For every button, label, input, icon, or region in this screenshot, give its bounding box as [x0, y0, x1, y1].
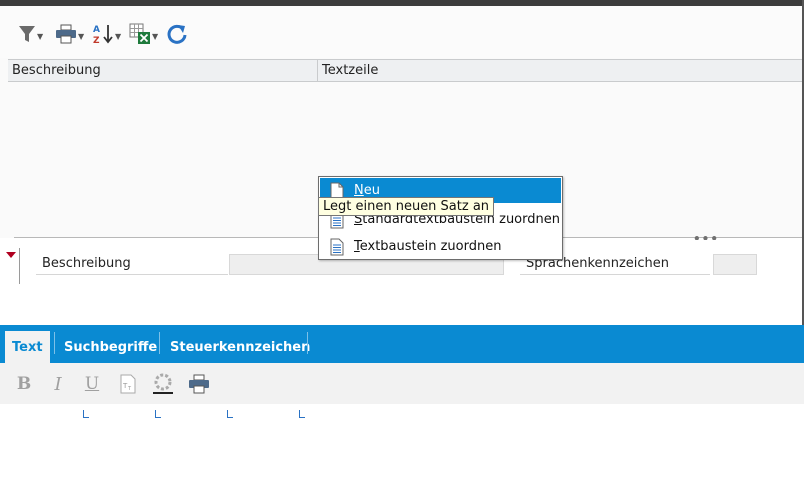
print-icon	[189, 374, 209, 394]
filter-button[interactable]: ▼	[18, 22, 43, 46]
refresh-button[interactable]	[166, 22, 188, 46]
svg-text:A: A	[93, 25, 100, 35]
tab-stop-marker-icon	[227, 410, 233, 418]
color-icon	[153, 373, 173, 394]
text-size-button[interactable]: T T	[116, 372, 140, 396]
text-document-icon	[330, 238, 344, 255]
excel-export-icon	[129, 23, 150, 44]
tab-steuerkennzeichen[interactable]: Steuerkennzeichen	[163, 331, 317, 363]
sprachenkennzeichen-underline	[520, 274, 710, 275]
tab-stop-marker-icon	[155, 410, 161, 418]
tab-separator	[54, 332, 55, 354]
tab-suchbegriffe[interactable]: Suchbegriffe	[57, 331, 164, 363]
chevron-down-icon: ▼	[115, 31, 122, 41]
text-size-icon: T T	[120, 374, 136, 394]
print-icon	[56, 24, 76, 44]
svg-text:Z: Z	[93, 36, 100, 45]
menu-item-label: Neu	[354, 183, 380, 198]
form-divider	[19, 248, 20, 284]
excel-export-button[interactable]: ▼	[129, 22, 158, 46]
editor-toolbar: B I U T T	[0, 363, 804, 404]
chevron-down-icon: ▼	[152, 31, 159, 41]
grid-toolbar: ▼ ▼ A Z ▼ ▼	[0, 6, 802, 58]
required-marker-icon	[6, 252, 16, 258]
chevron-down-icon: ▼	[37, 31, 44, 41]
bold-icon: B	[16, 374, 32, 394]
tab-bar: Text Suchbegriffe Steuerkennzeichen	[0, 325, 804, 363]
beschreibung-underline	[36, 274, 228, 275]
sort-icon: A Z	[93, 25, 113, 45]
underline-button[interactable]: U	[80, 372, 104, 396]
text-editor[interactable]	[0, 404, 804, 487]
bold-button[interactable]: B	[12, 372, 36, 396]
underline-icon: U	[84, 374, 100, 394]
context-menu: Neu Standardtextbaustein zuordnen Textba…	[318, 176, 563, 260]
refresh-icon	[167, 24, 187, 44]
menu-item-label: Textbaustein zuordnen	[354, 239, 502, 254]
tab-text[interactable]: Text	[5, 331, 50, 363]
grid-header: Beschreibung Textzeile	[8, 59, 802, 82]
tab-stop-marker-icon	[299, 410, 305, 418]
chevron-down-icon: ▼	[78, 31, 85, 41]
color-button[interactable]	[150, 372, 176, 396]
italic-icon: I	[54, 373, 62, 395]
print-button[interactable]: ▼	[55, 22, 84, 46]
tab-separator	[307, 332, 308, 354]
sprachenkennzeichen-field[interactable]	[713, 254, 757, 275]
editor-print-button[interactable]	[186, 372, 212, 396]
menu-item-textbaustein-zuordnen[interactable]: Textbaustein zuordnen	[320, 234, 561, 259]
tooltip: Legt einen neuen Satz an	[318, 197, 495, 216]
column-header-textzeile[interactable]: Textzeile	[318, 60, 802, 81]
column-header-beschreibung[interactable]: Beschreibung	[8, 60, 318, 81]
beschreibung-label: Beschreibung	[42, 256, 131, 271]
sort-button[interactable]: A Z ▼	[92, 22, 121, 46]
tab-stop-marker-icon	[83, 410, 89, 418]
italic-button[interactable]: I	[46, 372, 70, 396]
tab-separator	[159, 332, 160, 354]
filter-icon	[19, 26, 35, 42]
